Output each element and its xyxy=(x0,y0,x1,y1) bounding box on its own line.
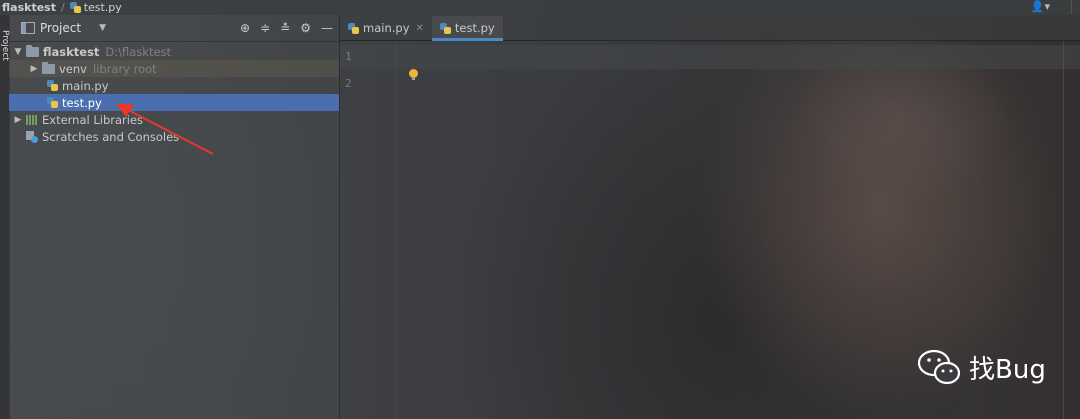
right-margin-guide xyxy=(1063,41,1064,419)
folder-icon xyxy=(26,44,39,57)
tree-item-scratches[interactable]: Scratches and Consoles xyxy=(9,128,339,145)
chevron-down-icon[interactable]: ▼ xyxy=(99,23,106,33)
tab-main-py[interactable]: main.py ✕ xyxy=(340,16,432,40)
wechat-logo-icon xyxy=(917,349,961,385)
tree-item-label: main.py xyxy=(62,78,109,93)
chevron-down-icon[interactable]: ▼ xyxy=(13,47,23,57)
line-number-gutter: 1 2 xyxy=(340,41,396,419)
toolbar-edge xyxy=(1071,0,1080,14)
close-icon[interactable]: ✕ xyxy=(416,23,424,34)
python-file-icon xyxy=(47,97,58,108)
tree-item-venv[interactable]: ▶ venv library root xyxy=(9,60,339,77)
watermark-text: 找Bug xyxy=(969,354,1046,385)
gear-icon[interactable]: ⚙ xyxy=(300,21,311,35)
user-menu-icon[interactable]: 👤▾ xyxy=(1031,0,1050,13)
project-panel: Project ▼ ⊕ ≑ ≛ ⚙ — ▼ flasktest D:\flask… xyxy=(9,15,340,419)
project-panel-title[interactable]: Project xyxy=(40,21,81,35)
minimize-icon[interactable]: — xyxy=(321,21,333,35)
current-line-highlight xyxy=(340,45,1080,69)
tree-item-label: External Libraries xyxy=(42,112,144,127)
project-icon xyxy=(21,22,35,34)
navigation-bar: flasktest / test.py 👤▾ xyxy=(0,0,1080,15)
line-number: 1 xyxy=(345,50,352,63)
collapse-all-icon[interactable]: ≑ xyxy=(260,21,270,35)
python-file-icon xyxy=(47,80,58,91)
tree-item-main-py[interactable]: main.py xyxy=(9,77,339,94)
python-file-icon xyxy=(439,22,451,34)
tree-item-label: test.py xyxy=(62,95,102,110)
line-number: 2 xyxy=(345,77,352,90)
tab-test-py[interactable]: test.py xyxy=(431,16,503,41)
tree-item-label: venv xyxy=(59,61,87,76)
library-icon xyxy=(26,114,38,125)
breadcrumb-separator: / xyxy=(60,1,65,14)
project-tree: ▼ flasktest D:\flasktest ▶ venv library … xyxy=(9,43,339,145)
expand-icon[interactable]: ≛ xyxy=(280,21,290,35)
folder-icon xyxy=(42,61,55,74)
chevron-right-icon[interactable]: ▶ xyxy=(29,64,39,74)
tree-item-label: Scratches and Consoles xyxy=(42,129,180,144)
python-file-icon xyxy=(69,2,81,13)
crosshair-icon[interactable]: ⊕ xyxy=(240,21,250,35)
tree-item-note: library root xyxy=(92,61,157,76)
breadcrumb-file[interactable]: test.py xyxy=(84,1,122,14)
python-file-icon xyxy=(348,22,359,34)
tab-label: test.py xyxy=(454,21,495,35)
tree-item-flasktest[interactable]: ▼ flasktest D:\flasktest xyxy=(9,43,339,60)
watermark: 找Bug xyxy=(917,348,1046,386)
project-panel-header: Project ▼ ⊕ ≑ ≛ ⚙ — xyxy=(9,15,339,42)
tree-item-external-libraries[interactable]: ▶ External Libraries xyxy=(9,111,339,128)
tab-label: main.py xyxy=(363,21,410,35)
tree-item-label: flasktest xyxy=(43,44,100,59)
chevron-right-icon[interactable]: ▶ xyxy=(13,115,23,125)
scratches-icon xyxy=(26,130,38,143)
tree-item-test-py[interactable]: test.py xyxy=(9,94,339,111)
lightbulb-icon[interactable] xyxy=(409,69,418,80)
breadcrumb-root[interactable]: flasktest xyxy=(2,1,56,14)
tree-item-path: D:\flasktest xyxy=(105,44,172,59)
editor-tabs: main.py ✕ test.py xyxy=(340,15,1080,41)
